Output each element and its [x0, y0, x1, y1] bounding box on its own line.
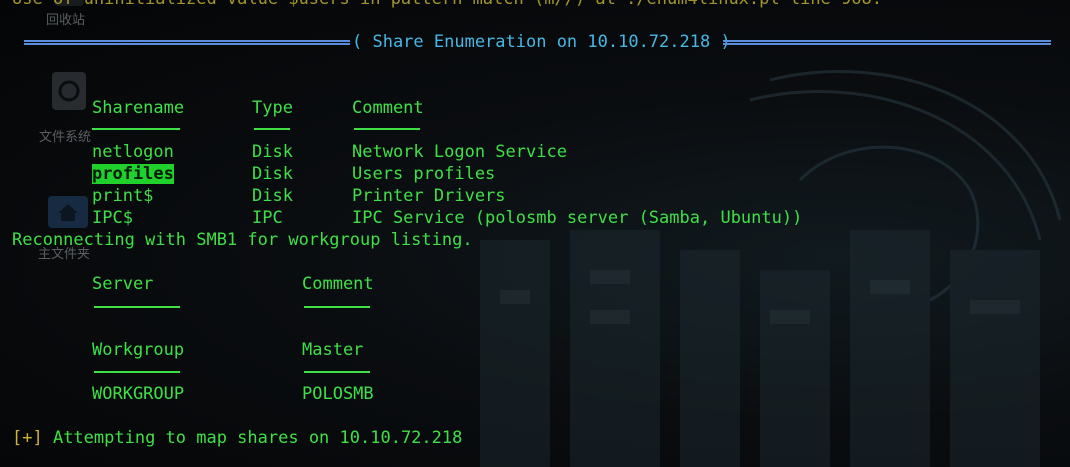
- wallpaper-logo-art: [480, 70, 1062, 467]
- drive-icon[interactable]: [52, 72, 86, 110]
- selection-highlight[interactable]: profiles: [92, 164, 174, 184]
- reconnect-line: Reconnecting with SMB1 for workgroup lis…: [12, 230, 473, 250]
- status-text: Attempting to map shares on 10.10.72.218: [42, 428, 463, 448]
- underline-comment: [354, 128, 420, 130]
- share-comment: Network Logon Service: [352, 142, 567, 162]
- col-header-server: Server: [92, 274, 154, 294]
- status-prefix: [+]: [12, 428, 43, 448]
- share-name: print$: [92, 186, 154, 206]
- disc-icon: [58, 80, 80, 102]
- underline-server: [94, 306, 180, 308]
- col-header-server-comment: Comment: [302, 274, 374, 294]
- header-rule-right: [723, 40, 1051, 45]
- col-header-master: Master: [302, 340, 364, 360]
- underline-server-comment: [304, 306, 370, 308]
- share-name: netlogon: [92, 142, 174, 162]
- share-type: IPC: [252, 208, 283, 228]
- underline-sharename: [92, 128, 180, 130]
- underline-workgroup: [94, 371, 180, 373]
- share-comment: Users profiles: [352, 164, 496, 184]
- terminal-window[interactable]: 回收站 文件系统 主文件夹 Use of uninitialized value…: [0, 0, 1070, 467]
- col-header-sharename: Sharename: [92, 98, 185, 118]
- desktop-label-recycle: 回收站: [46, 13, 86, 28]
- share-type: Disk: [252, 164, 293, 184]
- house-icon: [58, 204, 78, 221]
- col-header-workgroup: Workgroup: [92, 340, 185, 360]
- status-line: [+] Attempting to map shares on 10.10.72…: [12, 427, 462, 449]
- header-rule-left: [24, 40, 350, 45]
- underline-type: [254, 128, 290, 130]
- section-header: ( Share Enumeration on 10.10.72.218 ): [352, 32, 731, 52]
- col-header-type: Type: [252, 98, 293, 118]
- home-folder-icon[interactable]: [48, 196, 88, 228]
- underline-master: [304, 371, 370, 373]
- share-comment: Printer Drivers: [352, 186, 506, 206]
- share-name: IPC$: [92, 208, 133, 228]
- desktop-label-filesystem: 文件系统: [39, 130, 92, 145]
- workgroup-name: WORKGROUP: [92, 384, 185, 404]
- col-header-comment: Comment: [352, 98, 424, 118]
- warning-line: Use of uninitialized value $users in pat…: [12, 0, 882, 10]
- share-name-selected[interactable]: profiles: [92, 163, 174, 185]
- share-comment: IPC Service (polosmb server (Samba, Ubun…: [352, 208, 803, 228]
- share-type: Disk: [252, 186, 293, 206]
- workgroup-master: POLOSMB: [302, 384, 374, 404]
- share-type: Disk: [252, 142, 293, 162]
